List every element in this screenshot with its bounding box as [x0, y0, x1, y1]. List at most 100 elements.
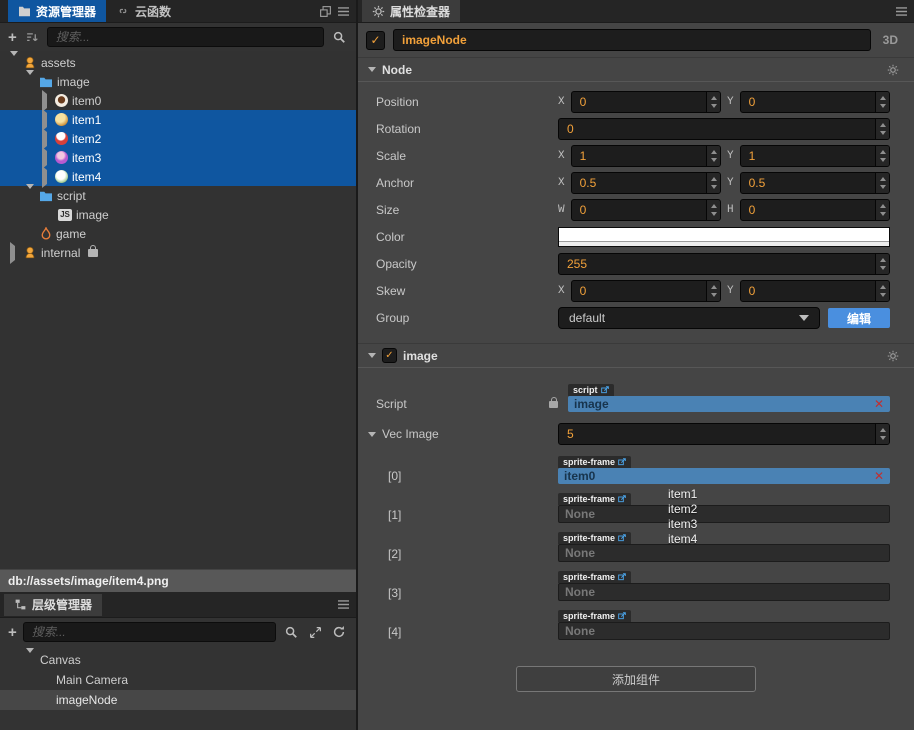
group-edit-button[interactable]: 编辑 [828, 308, 890, 328]
element-index-label: [2] [388, 547, 402, 561]
sprite-frame-value: item0 [564, 469, 596, 483]
sprite-frame-type-tag[interactable]: sprite-frame [558, 532, 632, 544]
anchor-x-input[interactable]: 0.5 [570, 172, 721, 194]
spinner[interactable] [875, 173, 889, 193]
caret-down-icon[interactable] [368, 67, 376, 72]
rotation-input[interactable]: 0 [558, 118, 890, 140]
sprite-frame-type-tag[interactable]: sprite-frame [558, 571, 632, 583]
asset-row-item1[interactable]: item1 [0, 108, 356, 131]
folder-icon [19, 6, 30, 16]
vec-image-count-input[interactable]: 5 [558, 423, 890, 445]
node-row-main-camera[interactable]: Main Camera [0, 670, 356, 690]
add-node-button[interactable]: + [8, 625, 17, 640]
sort-icon[interactable] [23, 28, 41, 46]
clear-script-button[interactable]: ✕ [874, 398, 884, 410]
tab-hierarchy[interactable]: 层级管理器 [4, 593, 103, 616]
spinner[interactable] [875, 92, 889, 112]
sprite-frame-field-1[interactable]: None [558, 505, 890, 523]
image-section-header[interactable]: ✓ image [358, 343, 914, 368]
spinner[interactable] [875, 200, 889, 220]
asset-row-item0[interactable]: item0 [0, 89, 356, 112]
script-asset-field[interactable]: image ✕ [568, 396, 890, 412]
tab-assets-manager[interactable]: 资源管理器 [8, 0, 107, 22]
node-active-checkbox[interactable]: ✓ [366, 30, 385, 50]
spinner[interactable] [875, 119, 889, 139]
caret-down-icon[interactable] [368, 353, 376, 358]
node-row-canvas[interactable]: Canvas [0, 648, 356, 670]
asset-row-internal[interactable]: internal [0, 241, 356, 264]
script-label: Script [376, 397, 407, 411]
sprite-frame-type-tag[interactable]: sprite-frame [558, 610, 632, 622]
anchor-y-input[interactable]: 0.5 [739, 172, 890, 194]
hierarchy-menu-icon[interactable] [334, 596, 352, 614]
caret-right-icon[interactable] [10, 241, 15, 264]
panel-menu-icon[interactable] [334, 2, 352, 20]
hierarchy-search-input[interactable] [22, 622, 276, 642]
assets-db-icon [25, 246, 35, 258]
caret-down-icon[interactable] [26, 648, 34, 667]
asset-row-image-folder[interactable]: image [0, 69, 356, 91]
skew-y-input[interactable]: 0 [739, 280, 890, 302]
inspector-menu-icon[interactable] [892, 2, 910, 20]
tab-inspector[interactable]: 属性检查器 [362, 0, 461, 22]
asset-row-game[interactable]: game [0, 224, 356, 243]
assets-search-input[interactable] [46, 27, 324, 47]
collapse-all-icon[interactable] [306, 623, 324, 641]
size-w-input[interactable]: 0 [570, 199, 721, 221]
size-h-input[interactable]: 0 [739, 199, 890, 221]
add-component-button[interactable]: 添加组件 [516, 666, 756, 692]
sprite-frame-field-4[interactable]: None [558, 622, 890, 640]
sprite-frame-type-tag[interactable]: sprite-frame [558, 493, 632, 505]
assets-search-icon[interactable] [330, 28, 348, 46]
spinner[interactable] [875, 424, 889, 444]
asset-row-assets[interactable]: assets [0, 51, 356, 72]
spinner[interactable] [706, 200, 720, 220]
sprite-frame-type-tag[interactable]: sprite-frame [558, 456, 632, 468]
color-swatch[interactable] [558, 227, 890, 247]
refresh-icon[interactable] [330, 623, 348, 641]
mode-3d-toggle[interactable]: 3D [879, 33, 902, 47]
asset-row-image-script[interactable]: JS image [0, 205, 356, 224]
scale-y-input[interactable]: 1 [739, 145, 890, 167]
opacity-input[interactable]: 255 [558, 253, 890, 275]
caret-right-icon[interactable] [42, 165, 47, 188]
clear-sprite-button[interactable]: ✕ [874, 470, 884, 482]
asset-row-item3[interactable]: item3 [0, 146, 356, 169]
spinner[interactable] [706, 92, 720, 112]
external-link-icon [618, 458, 626, 466]
spinner[interactable] [875, 281, 889, 301]
element-index-label: [3] [388, 586, 402, 600]
spinner[interactable] [706, 146, 720, 166]
caret-down-icon[interactable] [26, 69, 34, 89]
node-name-input[interactable]: imageNode [393, 29, 871, 51]
position-y-input[interactable]: 0 [739, 91, 890, 113]
caret-down-icon[interactable] [368, 431, 376, 437]
caret-down-icon[interactable] [10, 51, 18, 70]
node-section-header[interactable]: Node [358, 57, 914, 82]
node-row-imagenode[interactable]: imageNode [0, 690, 356, 710]
asset-row-item2[interactable]: item2 [0, 127, 356, 150]
spinner[interactable] [875, 146, 889, 166]
tab-inspector-label: 属性检查器 [390, 4, 451, 19]
panel-layout-icon[interactable] [316, 2, 334, 20]
add-asset-button[interactable]: + [8, 30, 17, 45]
tab-cloud-function[interactable]: 云函数 [106, 0, 181, 22]
image-settings-gear-icon[interactable] [884, 347, 902, 365]
image-enabled-checkbox[interactable]: ✓ [382, 348, 397, 363]
sprite-frame-field-3[interactable]: None [558, 583, 890, 601]
sprite-frame-field-2[interactable]: None [558, 544, 890, 562]
hierarchy-search-icon[interactable] [282, 623, 300, 641]
spinner[interactable] [706, 281, 720, 301]
spinner[interactable] [706, 173, 720, 193]
spinner[interactable] [875, 254, 889, 274]
caret-down-icon[interactable] [26, 183, 34, 203]
node-settings-gear-icon[interactable] [884, 61, 902, 79]
group-select[interactable]: default [558, 307, 820, 329]
asset-row-script-folder[interactable]: script [0, 183, 356, 205]
sprite-frame-field-0[interactable]: item0 ✕ [558, 468, 890, 484]
position-x-input[interactable]: 0 [570, 91, 721, 113]
scale-x-input[interactable]: 1 [570, 145, 721, 167]
script-type-tag[interactable]: script [568, 384, 614, 396]
asset-row-item4[interactable]: item4 [0, 165, 356, 188]
skew-x-input[interactable]: 0 [570, 280, 721, 302]
